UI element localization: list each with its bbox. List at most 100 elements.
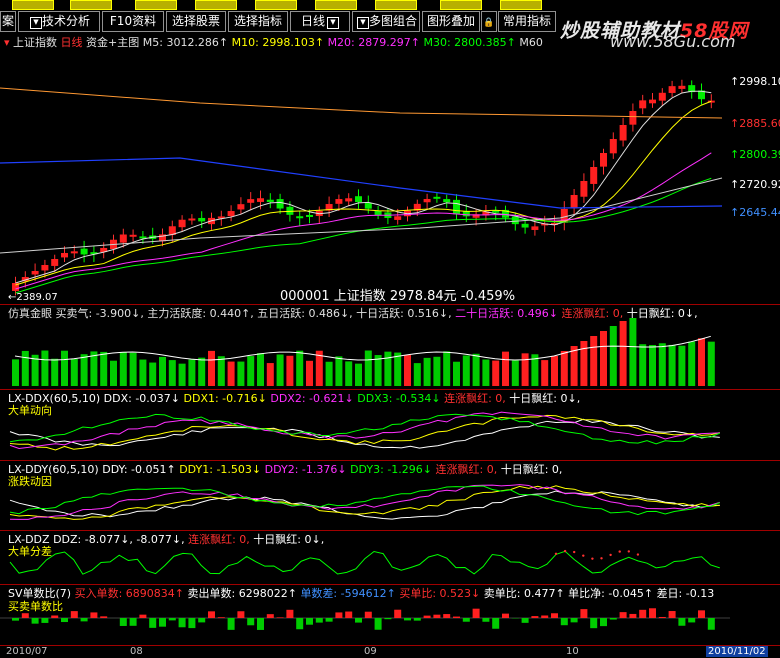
bar-down — [669, 345, 676, 386]
bar-down — [639, 344, 646, 386]
candle-up — [531, 226, 538, 230]
bar-down — [188, 618, 195, 628]
bar-up — [473, 609, 480, 618]
bar-up — [277, 617, 284, 618]
top-menu-button[interactable] — [500, 0, 542, 10]
bar-down — [110, 361, 117, 386]
ma60-line — [0, 178, 722, 253]
bar-up — [394, 610, 401, 618]
candle-up — [571, 195, 578, 208]
overlay-button[interactable]: 图形叠加 — [422, 11, 480, 32]
select-indicator-button[interactable]: 选择指标 — [228, 11, 288, 32]
bar-down — [139, 360, 146, 386]
top-menu-button[interactable] — [70, 0, 112, 10]
candle-up — [188, 218, 195, 220]
bar-up — [443, 614, 450, 618]
candle-up — [580, 181, 587, 197]
candle-down — [81, 249, 88, 255]
bar-down — [81, 618, 88, 621]
bar-down — [41, 351, 48, 386]
ddz-signal-dot — [564, 550, 566, 552]
candle-down — [463, 211, 470, 216]
bar-down — [306, 618, 313, 625]
bar-down — [590, 618, 597, 628]
bar-up — [365, 612, 372, 618]
overlay-label: 图形叠加 — [427, 14, 475, 28]
bar-down — [100, 352, 107, 386]
bar-down — [600, 618, 607, 626]
candle-up — [257, 198, 264, 202]
candle-up — [610, 139, 617, 153]
candle-up — [228, 211, 235, 216]
bar-down — [257, 618, 264, 630]
bar-down — [678, 346, 685, 386]
axis-mark-ma120: ↑2645.44 — [730, 206, 780, 219]
bar-up — [286, 610, 293, 618]
bar-down — [708, 618, 715, 630]
date-label: 08 — [130, 646, 143, 657]
bar-down — [257, 353, 264, 386]
top-menu-button[interactable] — [440, 0, 482, 10]
period-button[interactable]: 日线▼ — [290, 11, 350, 32]
candle-down — [355, 196, 362, 202]
bar-down — [41, 618, 48, 623]
lock-button[interactable]: 🔒 — [481, 11, 497, 32]
axis-mark-ma5: ↑2998.10 — [730, 75, 780, 88]
candle-up — [394, 216, 401, 220]
order-ratio-bar-chart[interactable] — [0, 598, 780, 644]
bar-up — [267, 363, 274, 386]
bar-up — [580, 609, 587, 618]
activity-bar-chart[interactable] — [0, 318, 780, 388]
candle-up — [237, 204, 244, 209]
top-menu-button[interactable] — [195, 0, 237, 10]
period-label: 日线 — [301, 14, 325, 28]
bar-up — [649, 608, 656, 618]
date-axis: 2010/07 08 09 10 2010/11/02 — [0, 645, 780, 658]
candle-up — [649, 100, 656, 104]
bar-down — [179, 364, 186, 386]
bar-down — [159, 357, 166, 386]
bar-down — [688, 342, 695, 386]
bar-up — [639, 610, 646, 618]
bar-down — [678, 618, 685, 626]
bar-down — [198, 358, 205, 386]
top-menu-button[interactable] — [135, 0, 177, 10]
top-menu-button[interactable] — [375, 0, 417, 10]
top-menu-button[interactable] — [315, 0, 357, 10]
bar-up — [502, 352, 509, 386]
bar-down — [404, 618, 411, 620]
bar-down — [247, 618, 254, 625]
candle-down — [375, 211, 382, 215]
bar-up — [541, 615, 548, 618]
bar-down — [12, 359, 19, 386]
bar-down — [345, 361, 352, 386]
bar-down — [482, 359, 489, 386]
ddz-line-chart[interactable] — [0, 543, 780, 583]
dropdown-icon: ▼ — [357, 17, 369, 29]
tech-analysis-button[interactable]: ▼技术分析 — [18, 11, 100, 32]
bar-down — [335, 356, 342, 386]
bar-down — [384, 618, 391, 619]
bar-down — [629, 318, 636, 386]
low-price-label: ←2389.07 — [8, 292, 58, 303]
common-indicator-button[interactable]: 常用指标 — [498, 11, 556, 32]
bar-up — [71, 611, 78, 618]
candle-down — [198, 218, 205, 221]
multi-chart-button[interactable]: ▼多图组合 — [352, 11, 420, 32]
ddx-line-chart[interactable] — [0, 402, 780, 460]
select-indicator-label: 选择指标 — [234, 14, 282, 28]
date-cursor-label: 2010/11/02 — [706, 646, 768, 657]
toolbar-case-button[interactable]: 案 — [0, 11, 16, 32]
bar-down — [149, 618, 156, 628]
candle-down — [512, 217, 519, 225]
candle-up — [600, 153, 607, 167]
select-stock-button[interactable]: 选择股票 — [166, 11, 226, 32]
candlestick-chart[interactable] — [0, 48, 780, 304]
ddy-line-chart[interactable] — [0, 474, 780, 530]
top-menu-button[interactable] — [255, 0, 297, 10]
bar-up — [286, 356, 293, 386]
bar-up — [669, 611, 676, 618]
bar-up — [522, 353, 529, 386]
top-menu-button[interactable] — [12, 0, 54, 10]
f10-button[interactable]: F10资料 — [102, 11, 164, 32]
